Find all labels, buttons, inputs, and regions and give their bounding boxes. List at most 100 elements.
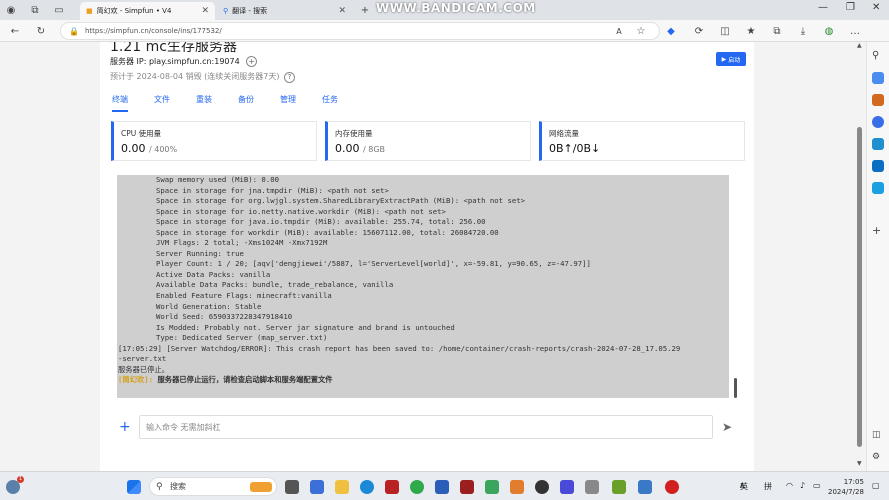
bandicam-icon[interactable] [665,480,679,494]
tab-files[interactable]: 文件 [154,94,170,112]
terminal-line: Available Data Packs: bundle, trade_reba… [156,280,394,290]
cpu-value-row: 0.00 / 400% [121,142,177,155]
app-icon-gray[interactable] [585,480,599,494]
app-icon-maroon[interactable] [460,480,474,494]
app-icon-blue[interactable] [435,480,449,494]
wifi-icon[interactable]: ◠ [786,481,793,490]
edge-icon[interactable] [360,480,374,494]
url-field[interactable]: 🔒 https://simpfun.cn/console/ins/177532/ [60,22,660,40]
ime-language[interactable]: 英 [740,481,748,492]
sidebar-tag-icon[interactable] [872,72,884,84]
sidebar-settings-icon[interactable]: ⚙ [872,452,884,464]
url-text: https://simpfun.cn/console/ins/177532/ [85,27,222,35]
clock[interactable]: 17:05 2024/7/28 [828,477,864,497]
refresh-icon[interactable]: ↻ [34,24,48,38]
split-screen-icon[interactable]: ◫ [718,24,732,38]
restore-icon[interactable]: ❐ [846,2,855,13]
app-icon-purple[interactable] [560,480,574,494]
cpu-stat: CPU 使用量 0.00 / 400% [111,121,317,161]
app-icon-orange[interactable] [510,480,524,494]
browser-essentials-icon[interactable]: ◍ [822,24,836,38]
terminal-line: [17:05:29] [Server Watchdog/ERROR]: This… [118,343,681,353]
ime-mode[interactable]: 拼 [764,481,772,492]
battery-icon[interactable]: ▭ [813,481,821,490]
tab-manage[interactable]: 管理 [280,94,296,112]
memory-unit: / 8GB [363,145,386,154]
downloads-icon[interactable]: ⤓ [796,24,810,38]
network-value-row: 0B↑/0B↓ [549,142,600,155]
tab-translate[interactable]: ⚲ 翻译 - 搜索 ✕ [217,2,352,20]
expiry-row: 预计于 2024-08-04 销毁 (连续关闭服务器7天) ? [110,71,295,83]
page-title: 1.21 mc生存服务器 [110,42,237,55]
sync-icon[interactable]: ⟳ [692,24,706,38]
taskbar-search[interactable]: ⚲ 搜索 [149,477,277,496]
collections-icon[interactable]: ⧉ [770,24,784,38]
window-close-icon[interactable]: ✕ [872,2,880,13]
start-button[interactable]: ▶ 启动 [716,52,746,66]
add-icon[interactable]: + [119,419,131,435]
sidebar-send-icon[interactable] [872,182,884,194]
terminal-line: Active Data Packs: vanilla [156,269,271,279]
sidebar-outlook-icon[interactable] [872,160,884,172]
sidebar-games-icon[interactable] [872,116,884,128]
network-stat: 网络流量 0B↑/0B↓ [539,121,745,161]
notification-center-icon[interactable]: ▢ [872,481,880,490]
terminal-scrollbar[interactable] [734,378,737,398]
terminal-line: Swap memory used (MiB): 0.00 [156,175,280,184]
back-icon[interactable]: ← [8,24,22,38]
terminal-output[interactable]: Swap memory used (MiB): 0.00 Space in st… [117,175,729,398]
help-icon[interactable]: ? [284,72,295,83]
edge-sidebar: ⚲ + ◫ ⚙ [866,42,889,471]
network-label: 网络流量 [549,129,579,138]
favorites-icon[interactable]: ★ [744,24,758,38]
workspaces-icon[interactable]: ⧉ [28,3,42,17]
minecraft-icon[interactable] [612,480,626,494]
terminal-line: -server.txt [118,354,167,364]
tab-backup[interactable]: 备份 [238,94,254,112]
terminal-line: Space in storage for io.netty.native.wor… [156,206,446,216]
minimize-icon[interactable]: — [818,2,828,13]
close-icon[interactable]: ✕ [338,6,346,16]
terminal-line: Space in storage for jna.tmpdir (MiB): <… [156,185,389,195]
tab-tasks[interactable]: 任务 [322,94,338,112]
scroll-thumb[interactable] [857,127,862,447]
page-scrollbar[interactable]: ▲ ▼ [856,42,864,471]
tab-simpfun[interactable]: ■ 简幻欢 - Simpfun • V4 ✕ [80,2,215,20]
close-icon[interactable]: ✕ [201,6,209,16]
scroll-up-icon[interactable]: ▲ [857,42,862,49]
volume-icon[interactable]: ♪ [800,481,805,490]
profile-icon[interactable]: ◉ [4,3,18,17]
add-circle-icon[interactable]: + [246,56,258,67]
more-icon[interactable]: … [848,24,862,38]
search-highlight-icon [250,481,272,492]
tab-reinstall[interactable]: 重装 [196,94,212,112]
favorite-star-icon[interactable]: ☆ [634,24,648,38]
send-icon[interactable]: ➤ [722,420,732,434]
task-view-icon[interactable] [285,480,299,494]
sidebar-layout-icon[interactable]: ◫ [872,430,884,442]
file-explorer-icon[interactable] [335,480,349,494]
terminal-line: Space in storage for workdir (MiB): avai… [156,227,499,237]
memory-label: 内存使用量 [335,129,373,138]
sidebar-office-icon[interactable] [872,138,884,150]
app-icon-green[interactable] [485,480,499,494]
command-input[interactable]: 输入命令 无需加斜杠 [139,415,713,439]
app-icon-dark[interactable] [535,480,549,494]
app-icon-chart[interactable] [638,480,652,494]
extension-icon[interactable]: ◆ [664,24,678,38]
browser-tab-bar: ◉ ⧉ ▭ ■ 简幻欢 - Simpfun • V4 ✕ ⚲ 翻译 - 搜索 ✕… [0,0,889,20]
read-aloud-icon[interactable]: A [612,24,626,38]
windows-start-icon[interactable] [127,480,141,494]
store-icon[interactable] [310,480,324,494]
app-icon-red[interactable] [385,480,399,494]
tab-actions-icon[interactable]: ▭ [52,3,66,17]
terminal-line: Space in storage for java.io.tmpdir (MiB… [156,217,486,227]
tab-terminal[interactable]: 终端 [112,94,128,112]
sidebar-toolbox-icon[interactable] [872,94,884,106]
sidebar-search-icon[interactable]: ⚲ [872,50,884,62]
memory-value: 0.00 [335,142,360,155]
new-tab-icon[interactable]: + [358,3,372,17]
sidebar-add-icon[interactable]: + [872,224,884,237]
wechat-icon[interactable] [410,480,424,494]
scroll-down-icon[interactable]: ▼ [857,460,862,467]
